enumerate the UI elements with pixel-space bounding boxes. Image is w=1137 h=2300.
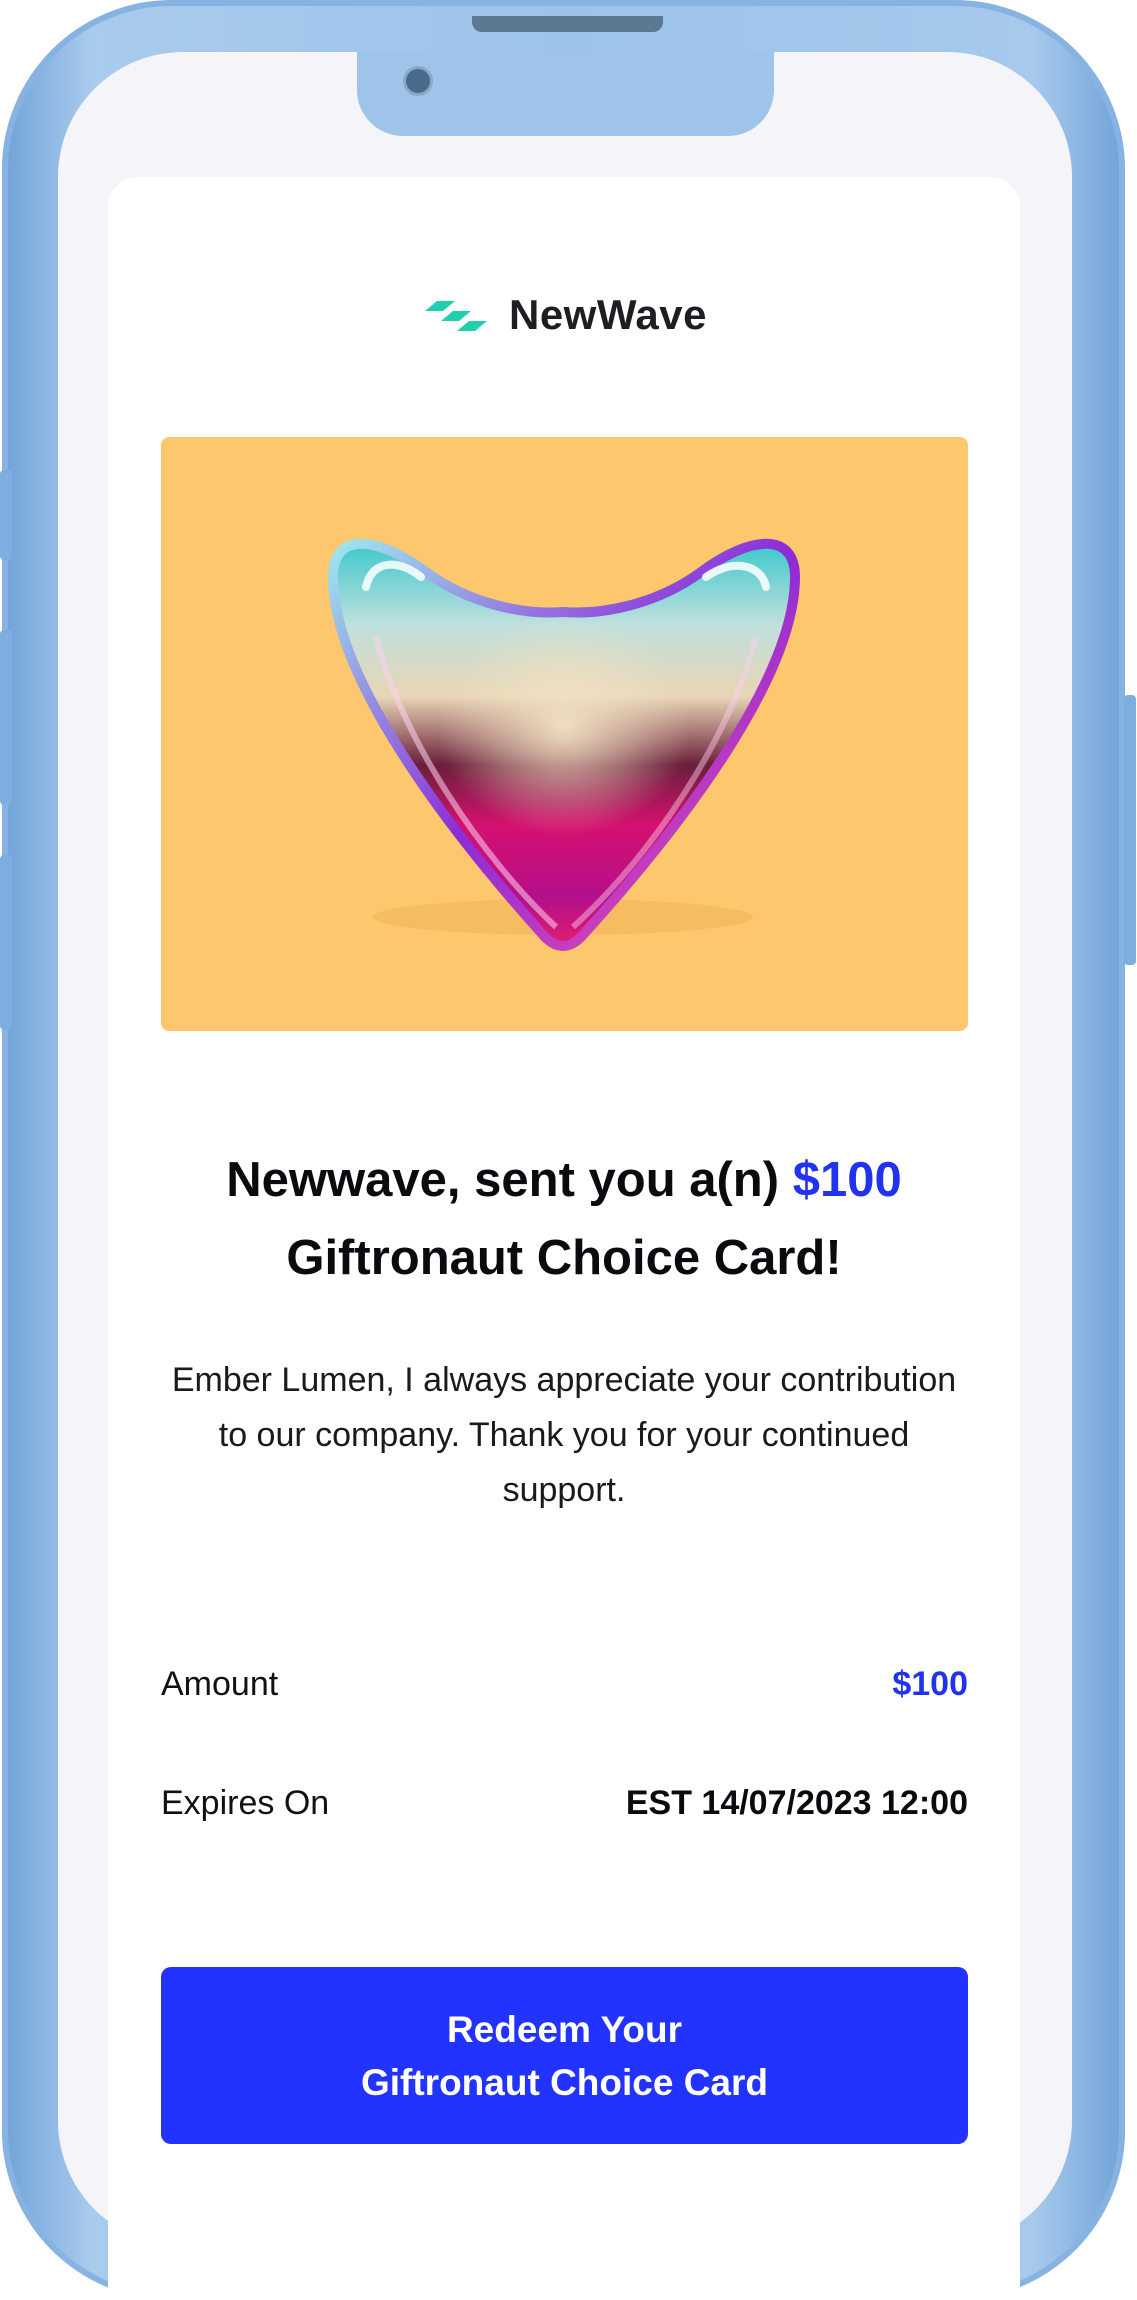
front-camera-icon xyxy=(403,66,433,96)
expires-label: Expires On xyxy=(161,1783,330,1822)
amount-label: Amount xyxy=(161,1664,279,1703)
expires-value: EST 14/07/2023 12:00 xyxy=(625,1783,968,1822)
phone-volume-down-button xyxy=(0,855,12,1030)
gift-email-card: NewWave Newwave, sent you a(n) $100 Gift… xyxy=(108,177,1020,2300)
phone-side-button xyxy=(0,470,12,560)
gift-message: Ember Lumen, I always appreciate your co… xyxy=(171,1361,957,1509)
redeem-button-line1: Redeem Your xyxy=(446,2008,683,2050)
headline-suffix: Giftronaut Choice Card! xyxy=(286,1231,842,1285)
headline-amount: $100 xyxy=(792,1153,902,1207)
redeem-button-line2: Giftronaut Choice Card xyxy=(360,2061,769,2103)
amount-value: $100 xyxy=(892,1664,968,1703)
phone-power-button xyxy=(1124,695,1136,965)
gift-headline: Newwave, sent you a(n) $100 Giftronaut C… xyxy=(108,1141,1020,1297)
redeem-card-button[interactable]: Redeem Your Giftronaut Choice Card xyxy=(161,1967,968,2144)
phone-volume-up-button xyxy=(0,630,12,805)
expires-row: Expires On EST 14/07/2023 12:00 xyxy=(161,1773,968,1833)
glass-heart-illustration xyxy=(161,437,968,1031)
headline-prefix: Newwave, sent you a(n) xyxy=(226,1153,780,1207)
brand-name: NewWave xyxy=(508,291,708,338)
newwave-logo-icon xyxy=(424,301,487,331)
phone-speaker xyxy=(472,16,663,32)
hero-image xyxy=(161,437,968,1031)
amount-row: Amount $100 xyxy=(161,1654,968,1714)
brand-logo: NewWave xyxy=(108,285,1020,345)
